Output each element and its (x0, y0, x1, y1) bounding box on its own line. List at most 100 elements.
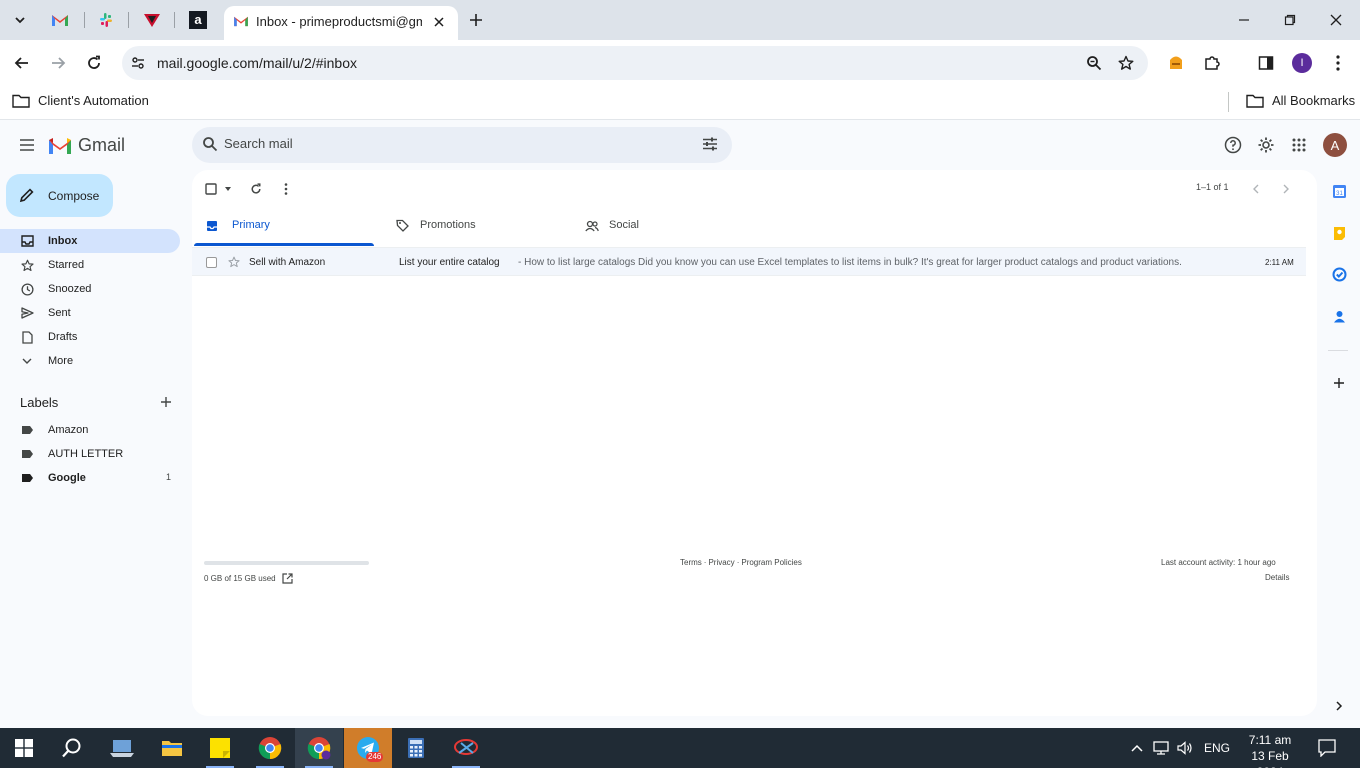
bookmark-folder-clients-automation[interactable]: Client's Automation (12, 93, 149, 108)
gmail-logo[interactable]: Gmail (48, 135, 125, 156)
show-hidden-icons-button[interactable] (1128, 740, 1146, 756)
bookmark-star-icon[interactable] (1116, 53, 1136, 73)
forward-button[interactable] (44, 49, 72, 77)
search-options-button[interactable] (702, 136, 718, 157)
extension-honey-button[interactable] (1164, 51, 1188, 75)
site-settings-icon[interactable] (128, 53, 148, 73)
browser-profile-avatar[interactable]: I (1292, 53, 1312, 73)
search-icon[interactable] (202, 136, 218, 157)
clock[interactable]: 7:11 am 13 Feb 2024 (1240, 732, 1300, 768)
storage-usage[interactable]: 0 GB of 15 GB used (204, 573, 293, 584)
plus-icon (470, 14, 482, 26)
side-panel-button[interactable] (1254, 51, 1278, 75)
new-tab-button[interactable] (464, 8, 488, 32)
pinned-tab-slack[interactable] (94, 8, 118, 32)
pinned-tab-amazon[interactable]: a (186, 8, 210, 32)
sidebar-item-more[interactable]: More (0, 349, 180, 373)
folder-icon (162, 741, 182, 756)
extensions-button[interactable] (1200, 51, 1224, 75)
google-apps-button[interactable] (1288, 134, 1310, 156)
tab-primary[interactable]: Primary (194, 206, 374, 246)
network-button[interactable] (1152, 740, 1170, 756)
close-window-button[interactable] (1314, 6, 1358, 34)
sidebar-item-inbox[interactable]: Inbox (0, 229, 180, 253)
address-bar[interactable]: mail.google.com/mail/u/2/#inbox (122, 46, 1148, 80)
tab-social[interactable]: Social (573, 206, 753, 246)
pinned-tab-gmail[interactable] (48, 8, 72, 32)
select-all-checkbox[interactable] (202, 180, 220, 198)
input-language-indicator[interactable]: ENG (1204, 741, 1230, 755)
label-item-google[interactable]: Google 1 (0, 466, 180, 490)
back-button[interactable] (8, 49, 36, 77)
taskbar-search-button[interactable] (48, 728, 96, 768)
tab-promotions[interactable]: Promotions (384, 206, 564, 246)
star-toggle[interactable] (228, 255, 240, 273)
calendar-side-button[interactable]: 31 (1330, 182, 1348, 200)
taskbar-app-calculator[interactable] (392, 728, 440, 768)
get-addons-button[interactable] (1330, 374, 1348, 392)
search-input[interactable] (224, 136, 664, 151)
taskbar-app-telegram[interactable]: 246 (344, 728, 392, 768)
last-activity-text: Last account activity: 1 hour ago (1161, 558, 1276, 567)
start-button[interactable] (0, 728, 48, 768)
sidebar-item-starred[interactable]: Starred (0, 253, 180, 277)
support-button[interactable] (1222, 134, 1244, 156)
taskbar-app-chrome-2[interactable] (295, 728, 343, 768)
hamburger-icon (20, 139, 34, 151)
tab-separator (174, 12, 175, 28)
more-actions-button[interactable] (277, 180, 295, 198)
label-item-amazon[interactable]: Amazon (0, 418, 180, 442)
inbox-icon (20, 234, 34, 248)
svg-text:a: a (194, 12, 202, 27)
zoom-icon[interactable] (1084, 53, 1104, 73)
taskbar-app-snipping-tool[interactable] (442, 728, 490, 768)
label-item-auth-letter[interactable]: AUTH LETTER (0, 442, 180, 466)
telegram-unread-badge: 246 (366, 752, 384, 762)
minimize-button[interactable] (1222, 6, 1266, 34)
refresh-button[interactable] (247, 180, 265, 198)
tab-separator (84, 12, 85, 28)
reload-button[interactable] (80, 49, 108, 77)
older-page-button[interactable] (1277, 180, 1295, 198)
privacy-link[interactable]: Privacy (708, 558, 734, 567)
email-time: 2:11 AM (1265, 258, 1294, 267)
create-label-button[interactable] (158, 394, 174, 410)
pinned-tab-triangle[interactable] (140, 8, 164, 32)
sidebar-item-label: More (48, 355, 74, 367)
contacts-side-button[interactable] (1330, 307, 1348, 325)
keep-side-button[interactable] (1330, 224, 1348, 242)
activity-details-link[interactable]: Details (1265, 573, 1289, 582)
email-row[interactable]: Sell with Amazon List your entire catalo… (192, 247, 1306, 276)
email-select-checkbox[interactable] (206, 257, 217, 268)
main-menu-button[interactable] (14, 132, 40, 158)
close-tab-button[interactable] (430, 13, 448, 31)
clock-date: 13 Feb 2024 (1251, 749, 1289, 768)
program-policies-link[interactable]: Program Policies (741, 558, 801, 567)
active-tab[interactable]: Inbox - primeproductsmi@gmail.com (224, 6, 458, 40)
taskbar-app-chrome-1[interactable] (246, 728, 294, 768)
compose-button[interactable]: Compose (6, 174, 113, 217)
side-panel-icon (1258, 56, 1274, 70)
sidebar-item-snoozed[interactable]: Snoozed (0, 277, 180, 301)
all-bookmarks-button[interactable]: All Bookmarks (1246, 93, 1355, 108)
taskbar-app-sticky-notes[interactable] (196, 728, 244, 768)
email-snippet: - How to list large catalogs Did you kno… (518, 257, 1182, 268)
terms-link[interactable]: Terms (680, 558, 702, 567)
select-options-dropdown[interactable] (219, 180, 237, 198)
hide-side-panel-button[interactable] (1330, 697, 1348, 715)
tab-search-dropdown[interactable] (8, 8, 32, 32)
sidebar-item-sent[interactable]: Sent (0, 301, 180, 325)
taskbar-app-laptop[interactable] (98, 728, 146, 768)
browser-menu-button[interactable] (1326, 51, 1350, 75)
restore-button[interactable] (1268, 6, 1312, 34)
tasks-side-button[interactable] (1330, 265, 1348, 283)
notifications-button[interactable] (1316, 738, 1338, 758)
taskbar-app-file-explorer[interactable] (148, 728, 196, 768)
sidebar-item-drafts[interactable]: Drafts (0, 325, 180, 349)
more-vert-icon (284, 183, 288, 195)
newer-page-button[interactable] (1247, 180, 1265, 198)
volume-button[interactable] (1176, 740, 1194, 756)
account-avatar[interactable]: A (1323, 133, 1347, 157)
plus-icon (1334, 378, 1344, 388)
settings-button[interactable] (1255, 134, 1277, 156)
